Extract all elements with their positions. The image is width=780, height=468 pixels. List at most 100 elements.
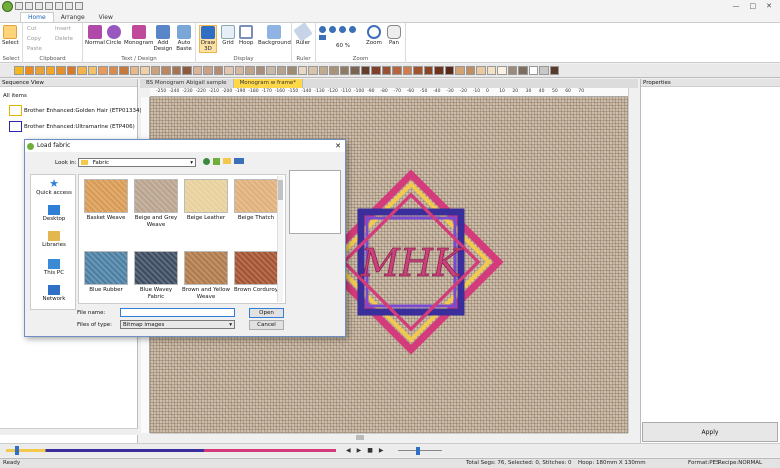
open-button[interactable]: Open [249,308,284,318]
thread-color-swatch[interactable] [392,66,402,75]
thread-color-swatch[interactable] [203,66,213,75]
canvas-horizontal-scrollbar[interactable] [150,433,628,441]
look-in-select[interactable]: Fabric ▾ [78,158,196,167]
thread-color-swatch[interactable] [539,66,549,75]
thread-color-swatch[interactable] [528,66,538,75]
step-back-icon[interactable]: ◀ [346,447,351,454]
thread-color-swatch[interactable] [213,66,223,75]
thread-color-swatch[interactable] [444,66,454,75]
hoop-button[interactable]: Hoop [239,25,253,46]
select-button[interactable]: Select [2,25,19,46]
thread-color-swatch[interactable] [98,66,108,75]
thread-color-swatch[interactable] [171,66,181,75]
grid-button[interactable]: Grid [221,25,235,46]
thread-color-swatch[interactable] [66,66,76,75]
thread-color-swatch[interactable] [255,66,265,75]
open-icon[interactable] [25,2,33,10]
thread-color-swatch[interactable] [182,66,192,75]
thread-color-swatch[interactable] [455,66,465,75]
thread-color-swatch[interactable] [14,66,24,75]
files-of-type-select[interactable]: Bitmap images ▾ [120,320,235,329]
new-folder-icon[interactable] [223,158,231,164]
place-network[interactable]: Network [31,285,77,302]
normal-text-button[interactable]: Normal [85,25,105,46]
thread-color-swatch[interactable] [497,66,507,75]
close-icon[interactable]: ✕ [766,2,772,10]
place-libraries[interactable]: Libraries [31,231,77,248]
thread-color-swatch[interactable] [465,66,475,75]
thread-color-swatch[interactable] [192,66,202,75]
thread-color-swatch[interactable] [549,66,559,75]
sequence-item[interactable]: Brother Enhanced:Golden Hair (ETP01334) [3,105,142,116]
thread-color-swatch[interactable] [45,66,55,75]
thread-color-swatch[interactable] [360,66,370,75]
maximize-icon[interactable]: □ [750,2,757,10]
zoom-out-icon[interactable] [329,26,336,33]
zoom-fit-icon[interactable] [339,26,346,33]
auto-baste-button[interactable]: Auto Baste [176,25,192,52]
add-design-button[interactable]: Add Design [154,25,173,52]
file-item[interactable]: Beige Leather [181,179,231,222]
thread-color-swatch[interactable] [287,66,297,75]
thread-color-swatch[interactable] [56,66,66,75]
undo-icon[interactable] [65,2,73,10]
ruler-button[interactable]: Ruler [293,22,313,46]
thread-color-swatch[interactable] [413,66,423,75]
cut-button[interactable]: Cut [27,26,36,32]
file-item[interactable]: Brown Corduroy [231,251,281,294]
thread-color-swatch[interactable] [224,66,234,75]
tab-arrange[interactable]: Arrange [54,13,92,22]
tab-home[interactable]: Home [20,12,54,22]
background-button[interactable]: Background [258,25,291,46]
speed-slider[interactable] [416,447,420,455]
thread-color-swatch[interactable] [297,66,307,75]
thread-color-swatch[interactable] [150,66,160,75]
step-forward-icon[interactable]: ▶ [379,447,384,454]
thread-color-swatch[interactable] [402,66,412,75]
tab-document-abigail[interactable]: BS Monogram Abigail sample [140,79,234,88]
scroll-thumb[interactable] [356,435,364,440]
thread-color-swatch[interactable] [266,66,276,75]
apply-button[interactable]: Apply [642,422,778,442]
dialog-close-icon[interactable]: ✕ [335,140,341,152]
delete-button[interactable]: Delete [55,36,73,42]
up-folder-icon[interactable] [213,158,220,165]
place-quick-access[interactable]: ★ Quick access [31,178,77,196]
file-name-input[interactable] [120,308,235,317]
file-list-scrollbar[interactable] [277,176,283,302]
back-icon[interactable] [203,158,210,165]
view-menu-icon[interactable] [234,158,244,164]
circle-text-button[interactable]: Circle [106,25,121,46]
print-icon[interactable] [45,2,53,10]
thread-color-swatch[interactable] [129,66,139,75]
paste-button[interactable]: Paste [27,46,42,52]
thread-color-swatch[interactable] [381,66,391,75]
sequence-item[interactable]: Brother Enhanced:Ultramarine (ETP406) [3,121,135,132]
thread-color-swatch[interactable] [161,66,171,75]
file-item[interactable]: Brown and Yellow Weave [181,251,231,300]
thread-color-swatch[interactable] [339,66,349,75]
zoom-actual-icon[interactable] [349,26,356,33]
thread-color-swatch[interactable] [140,66,150,75]
zoom-slider-icon[interactable] [319,35,326,40]
thread-color-swatch[interactable] [318,66,328,75]
tab-view[interactable]: View [92,13,120,22]
timeline-start-slider[interactable] [15,446,19,455]
new-icon[interactable] [15,2,23,10]
cancel-button[interactable]: Cancel [249,320,284,330]
file-item[interactable]: Basket Weave [81,179,131,222]
zoom-button[interactable]: Zoom [366,25,382,46]
thread-color-swatch[interactable] [371,66,381,75]
stop-icon[interactable]: ■ [367,447,373,454]
save-icon[interactable] [35,2,43,10]
all-items-label[interactable]: All items [3,93,27,99]
thread-color-swatch[interactable] [329,66,339,75]
pan-button[interactable]: Pan [387,25,401,46]
app-logo-icon[interactable] [2,0,13,12]
speed-track[interactable] [398,450,442,451]
thread-color-swatch[interactable] [234,66,244,75]
file-item[interactable]: Blue Wavey Fabric [131,251,181,300]
minimize-icon[interactable]: — [733,2,740,10]
thread-color-swatch[interactable] [507,66,517,75]
zoom-percent[interactable]: 60 % [336,43,350,49]
